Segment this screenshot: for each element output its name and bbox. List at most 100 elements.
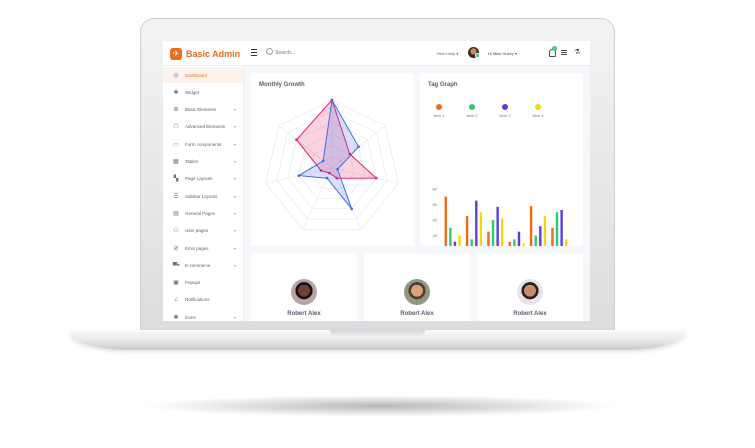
cube-icon: ⬡ — [173, 124, 179, 131]
monthly-growth-card: Monthly Growth — [251, 73, 414, 246]
sidebar-item-popups[interactable]: ▣ Popups — [163, 275, 243, 291]
bar — [501, 218, 504, 246]
sidebar-item-tables[interactable]: ▦ Tables ▾ — [163, 154, 243, 170]
search-icon — [266, 48, 273, 55]
brand-name: Basic Admin — [186, 48, 241, 59]
bell-icon: ♫ — [173, 296, 179, 303]
sidebar-item-user-pages[interactable]: ⚇ User pages ▾ — [163, 223, 243, 239]
sidebar-item-error-pages[interactable]: ⊘ Error pages ▾ — [163, 240, 243, 256]
profile-name: Robert Alex — [287, 311, 321, 317]
sidebar-item-icons[interactable]: ✺ Icons ▾ — [163, 309, 243, 321]
sidebar-item-sidebar-layouts[interactable]: ☰ Sidebar Layouts ▾ — [163, 188, 243, 204]
menu-toggle-icon[interactable] — [251, 49, 257, 58]
radar-point — [297, 174, 301, 177]
online-status-dot — [475, 53, 480, 58]
sidebar-item-label: E-commerce — [185, 262, 211, 268]
radar-point — [330, 98, 334, 102]
sidebar-item-notifications[interactable]: ♫ Notifications — [163, 292, 243, 308]
laptop-shadow — [140, 395, 620, 417]
dashboard-icon: ◎ — [173, 72, 179, 79]
profile-avatar — [291, 279, 317, 305]
error-icon: ⊘ — [173, 245, 179, 252]
profile-name: Robert Alex — [400, 311, 434, 317]
profile-card-3[interactable]: Robert Alex — [477, 253, 583, 321]
chevron-down-icon: ▾ — [233, 141, 236, 147]
user-menu-dropdown[interactable]: Hi Mike Huxey ▾ — [488, 51, 517, 56]
radar-point — [321, 159, 325, 163]
bar — [551, 227, 554, 246]
grid-icon: ▚ — [173, 176, 179, 183]
sidebar-item-e-commerce[interactable]: ⛟ E-commerce ▾ — [163, 257, 243, 273]
chevron-down-icon: ▾ — [233, 210, 236, 216]
profile-card-2[interactable]: Robert Alex — [364, 253, 470, 321]
sidebar-item-label: Sidebar Layouts — [185, 193, 218, 199]
bar — [508, 241, 511, 246]
bar — [470, 239, 473, 246]
sidebar-icon: ☰ — [173, 193, 179, 200]
paint-bucket-icon[interactable]: ⚗ — [574, 49, 580, 56]
bar — [458, 235, 461, 246]
pages-icon: ▤ — [173, 210, 179, 217]
bar — [555, 212, 559, 246]
clipboard-icon: ▭ — [173, 141, 179, 148]
bar — [453, 241, 457, 246]
chevron-down-icon: ▾ — [233, 107, 236, 113]
sidebar-item-label: Form components — [185, 141, 222, 147]
sidebar-item-label: Icons — [185, 314, 196, 320]
radar-chart — [265, 98, 399, 230]
bar — [534, 235, 537, 246]
profile-card-1[interactable]: Robert Alex — [251, 253, 357, 321]
bar — [539, 226, 542, 246]
sidebar-item-label: Notifications — [185, 297, 210, 303]
sidebar-item-general-pages[interactable]: ▤ General Pages ▾ — [163, 205, 243, 221]
chevron-down-icon: ▾ — [233, 193, 236, 199]
bar — [522, 243, 525, 246]
sidebar-item-label: General Pages — [185, 210, 216, 216]
bar — [565, 239, 568, 246]
search-input[interactable] — [275, 47, 355, 58]
gear-icon: ✺ — [173, 314, 179, 321]
bar — [496, 206, 499, 246]
bar — [560, 209, 563, 246]
user-avatar[interactable] — [468, 47, 480, 58]
chevron-down-icon: ▾ — [233, 262, 236, 268]
chevron-down-icon: ▾ — [233, 245, 236, 251]
table-icon: ▦ — [173, 159, 179, 165]
radar-point — [357, 145, 360, 149]
sidebar-item-form-components[interactable]: ▭ Form components ▾ — [163, 136, 243, 152]
users-icon: ⚇ — [173, 228, 179, 235]
sidebar-item-label: Popups — [185, 280, 201, 286]
radar-point — [350, 207, 353, 211]
need-help-dropdown[interactable]: Need help ▾ — [437, 51, 458, 56]
profile-avatar — [404, 279, 430, 305]
notification-badge: 1 — [552, 46, 557, 51]
sidebar-item-basic-elements[interactable]: ≣ Basic Elements ▾ — [163, 102, 243, 118]
chevron-down-icon: ▾ — [233, 124, 236, 130]
sidebar-item-advanced-elements[interactable]: ⬡ Advanced Elements ▾ — [163, 119, 243, 135]
chevron-down-icon: ▾ — [233, 228, 236, 234]
bar — [491, 220, 495, 246]
y-tick-label: 60 — [433, 202, 438, 207]
sidebar-item-label: Widget — [185, 89, 200, 95]
profile-avatar — [517, 279, 543, 305]
layers-icon: ≣ — [173, 107, 179, 114]
chevron-down-icon: ▾ — [233, 314, 236, 320]
list-menu-icon[interactable] — [561, 50, 567, 56]
bar — [543, 216, 547, 246]
sidebar-item-label: Error pages — [185, 245, 209, 251]
y-tick-label: 80 — [433, 187, 438, 192]
sidebar-item-widget[interactable]: ✱ Widget — [163, 84, 243, 100]
bar — [444, 196, 447, 246]
radar-point — [374, 176, 378, 180]
brand-logo[interactable]: ✈ Basic Admin — [170, 47, 240, 60]
sidebar-item-label: Dashboard — [185, 72, 208, 78]
bar — [517, 231, 521, 246]
popup-icon: ▣ — [173, 280, 179, 287]
tag-graph-card: Tag Graph Item 1Item 2Item 3Item 4 02040… — [420, 73, 583, 246]
sidebar-item-page-layouts[interactable]: ▚ Page Layouts ▾ — [163, 171, 243, 187]
bar — [475, 200, 478, 246]
bar — [449, 227, 452, 246]
sidebar-item-dashboard[interactable]: ◎ Dashboard — [163, 67, 243, 83]
bar — [487, 231, 490, 246]
bar — [529, 206, 533, 246]
